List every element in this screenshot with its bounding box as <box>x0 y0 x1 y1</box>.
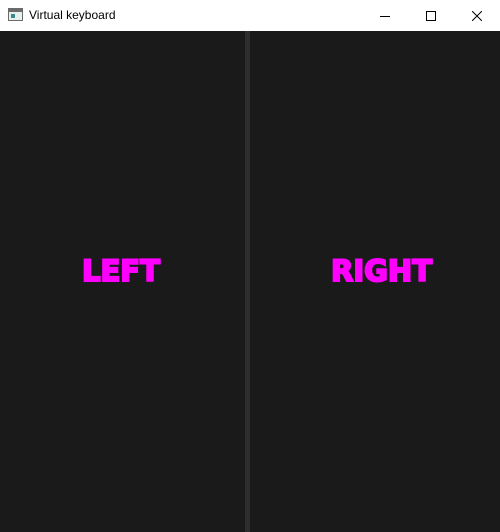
app-window: Virtual keyboard LEFT RIGHT <box>0 0 500 532</box>
right-pane-label: RIGHT <box>330 254 433 288</box>
left-pane-label: LEFT <box>81 254 161 288</box>
title-bar[interactable]: Virtual keyboard <box>0 0 500 31</box>
left-pane[interactable]: LEFT <box>0 31 245 532</box>
minimize-button[interactable] <box>362 0 408 31</box>
app-window-icon <box>8 8 23 21</box>
maximize-button[interactable] <box>408 0 454 31</box>
right-pane[interactable]: RIGHT <box>250 31 500 532</box>
maximize-icon <box>426 10 436 21</box>
minimize-icon <box>380 15 390 17</box>
close-button[interactable] <box>454 0 500 31</box>
keyboard-canvas[interactable]: LEFT RIGHT <box>0 31 500 532</box>
close-icon <box>472 10 482 21</box>
window-title: Virtual keyboard <box>29 8 116 22</box>
